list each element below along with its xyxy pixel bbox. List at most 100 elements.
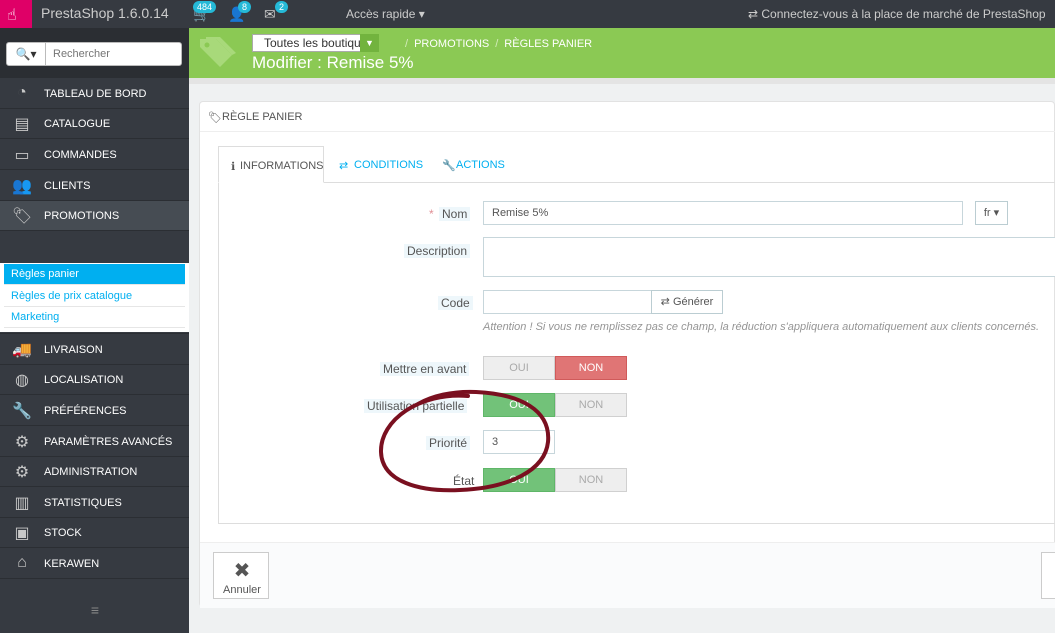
cart-badge: 484 <box>193 1 217 13</box>
submenu-item-regles-panier[interactable]: Règles panier <box>4 264 185 285</box>
highlight-label: Mettre en avant <box>380 362 470 376</box>
shuffle-icon: ⇄ <box>339 160 349 172</box>
name-input[interactable]: Remise 5% <box>483 201 963 225</box>
sidebar-item-label: Statistiques <box>44 497 122 509</box>
sidebar-item-label: Promotions <box>44 210 120 222</box>
page-header: Toutes les boutiques ▼ / Promotions / Règle… <box>189 28 1055 78</box>
sidebar-item-label: Localisation <box>44 374 124 386</box>
sidebar-item-promotions[interactable]: 🏷 Promotions <box>0 201 189 231</box>
submenu-item-regles-prix-catalogue[interactable]: Règles de prix catalogue <box>4 286 185 307</box>
priority-input[interactable]: 3 <box>483 430 555 454</box>
sidebar-item-label: Commandes <box>44 149 117 161</box>
tab-informations[interactable]: ℹ Informations <box>218 146 324 183</box>
sidebar-item-tableau-de-bord[interactable]: ◔ Tableau de bord <box>0 79 189 109</box>
sidebar-item-preferences[interactable]: 🔧 Préférences <box>0 396 189 426</box>
state-switch[interactable]: OUI NON <box>483 468 627 492</box>
book-icon: ▤ <box>14 116 30 133</box>
dashboard-icon: ◔ <box>17 84 27 101</box>
code-help-text: Attention ! Si vous ne remplissez pas ce… <box>483 321 1040 333</box>
marketplace-link[interactable]: ⇄ Connectez-vous à la place de marché de… <box>748 7 1046 21</box>
app-title: PrestaShop 1.6.0.14 <box>41 5 169 21</box>
gear-icon: ⚙ <box>14 464 30 481</box>
partial-use-no[interactable]: NON <box>555 393 627 417</box>
cart-rule-panel: 🏷 Règle panier ℹ Informations ⇄ Conditio… <box>199 101 1055 608</box>
panel-title: Règle panier <box>222 111 303 123</box>
panel-heading: 🏷 Règle panier <box>200 102 1055 132</box>
breadcrumb-regles-panier[interactable]: Règles panier <box>504 38 592 50</box>
sidebar-item-label: Kerawen <box>44 558 100 570</box>
sidebar-item-label: Clients <box>44 180 91 192</box>
chevron-down-icon[interactable]: ▼ <box>360 34 379 52</box>
search-icon: 🔍 <box>15 47 31 61</box>
collapse-menu-icon[interactable]: ≡ <box>80 602 110 618</box>
messages-badge: 2 <box>275 1 289 13</box>
save-button[interactable] <box>1041 552 1055 599</box>
tags-icon: 🏷 <box>11 208 33 225</box>
state-yes[interactable]: OUI <box>483 468 555 492</box>
customers-badge: 8 <box>238 1 252 13</box>
tags-icon <box>200 37 236 67</box>
code-input[interactable] <box>483 290 653 314</box>
sidebar-item-kerawen[interactable]: ⌂ Kerawen <box>0 549 189 579</box>
highlight-switch[interactable]: OUI NON <box>483 356 627 380</box>
prestashop-logo[interactable]: ☝ <box>0 0 32 28</box>
users-icon: 👥 <box>12 178 32 195</box>
wrench-icon: 🔧 <box>442 160 456 172</box>
sidebar-item-catalogue[interactable]: ▤ Catalogue <box>0 109 189 139</box>
tag-icon: 🏷 <box>208 112 222 124</box>
description-label: Description <box>404 244 471 258</box>
partial-use-switch[interactable]: OUI NON <box>483 393 627 417</box>
search-input[interactable] <box>45 42 182 66</box>
panel-footer: ✖ Annuler <box>200 542 1055 608</box>
sidebar-item-stock[interactable]: ▣ Stock <box>0 518 189 548</box>
sidebar-item-label: Tableau de bord <box>44 88 147 100</box>
archive-icon: ▣ <box>14 525 30 542</box>
highlight-yes[interactable]: OUI <box>483 356 555 380</box>
tab-content-informations <box>218 182 1055 524</box>
partial-use-label: Utilisation partielle <box>364 399 468 413</box>
sidebar-item-administration[interactable]: ⚙ Administration <box>0 457 189 487</box>
envelope-icon[interactable]: ✉ <box>264 6 276 23</box>
tab-conditions[interactable]: ⇄ Conditions <box>324 146 423 183</box>
sidebar-item-parametres-avances[interactable]: ⚙ Paramètres avancés <box>0 427 189 457</box>
globe-icon: ◍ <box>15 372 29 389</box>
cancel-button[interactable]: ✖ Annuler <box>213 552 269 599</box>
cogs-icon: ⚙ <box>14 434 30 451</box>
priority-label: Priorité <box>426 436 471 450</box>
store-icon: ⌂ <box>17 554 27 571</box>
sidebar-item-clients[interactable]: 👥 Clients <box>0 171 189 201</box>
required-marker: * <box>429 207 434 221</box>
sidebar-item-statistiques[interactable]: ▥ Statistiques <box>0 488 189 518</box>
generate-code-button[interactable]: ⇄ Générer <box>651 290 723 314</box>
hand-icon: ☝ <box>7 7 17 24</box>
breadcrumb-promotions[interactable]: Promotions <box>414 38 489 50</box>
breadcrumb: / Promotions / Règles panier <box>405 38 593 50</box>
language-dropdown[interactable]: fr ▾ <box>975 201 1008 225</box>
shuffle-icon: ⇄ <box>660 296 673 308</box>
sidebar-item-commandes[interactable]: ▭ Commandes <box>0 140 189 170</box>
bar-chart-icon: ▥ <box>14 495 30 512</box>
state-no[interactable]: NON <box>555 468 627 492</box>
close-icon: ✖ <box>233 560 251 582</box>
sidebar-item-label: Préférences <box>44 405 127 417</box>
quick-access-menu[interactable]: Accès rapide ▾ <box>346 7 425 21</box>
state-label: État <box>453 474 475 488</box>
search-dropdown-button[interactable]: 🔍▾ <box>6 42 46 66</box>
promotions-submenu: Règles panier Règles de prix catalogue M… <box>0 263 189 332</box>
header-divider <box>189 78 1055 84</box>
sidebar-item-label: Livraison <box>44 344 103 356</box>
top-bar: ☝ PrestaShop 1.6.0.14 🛒 484 👤 8 ✉ 2 Accè… <box>0 0 1055 28</box>
submenu-item-marketing[interactable]: Marketing <box>4 307 185 328</box>
name-label: Nom <box>439 207 471 221</box>
sidebar-item-livraison[interactable]: 🚚 Livraison <box>0 335 189 365</box>
sidebar-item-label: Administration <box>44 466 138 478</box>
description-textarea[interactable] <box>483 237 1055 277</box>
sidebar: 🔍▾ ◔ Tableau de bord ▤ Catalogue ▭ Commandes 👥… <box>0 28 189 633</box>
partial-use-yes[interactable]: OUI <box>483 393 555 417</box>
search-bar: 🔍▾ <box>0 28 189 78</box>
sidebar-item-localisation[interactable]: ◍ Localisation <box>0 365 189 395</box>
page-title: Modifier : Remise 5% <box>252 53 414 72</box>
tab-actions[interactable]: 🔧 Actions <box>420 146 510 183</box>
info-icon: ℹ <box>231 161 236 173</box>
highlight-no[interactable]: NON <box>555 356 627 380</box>
